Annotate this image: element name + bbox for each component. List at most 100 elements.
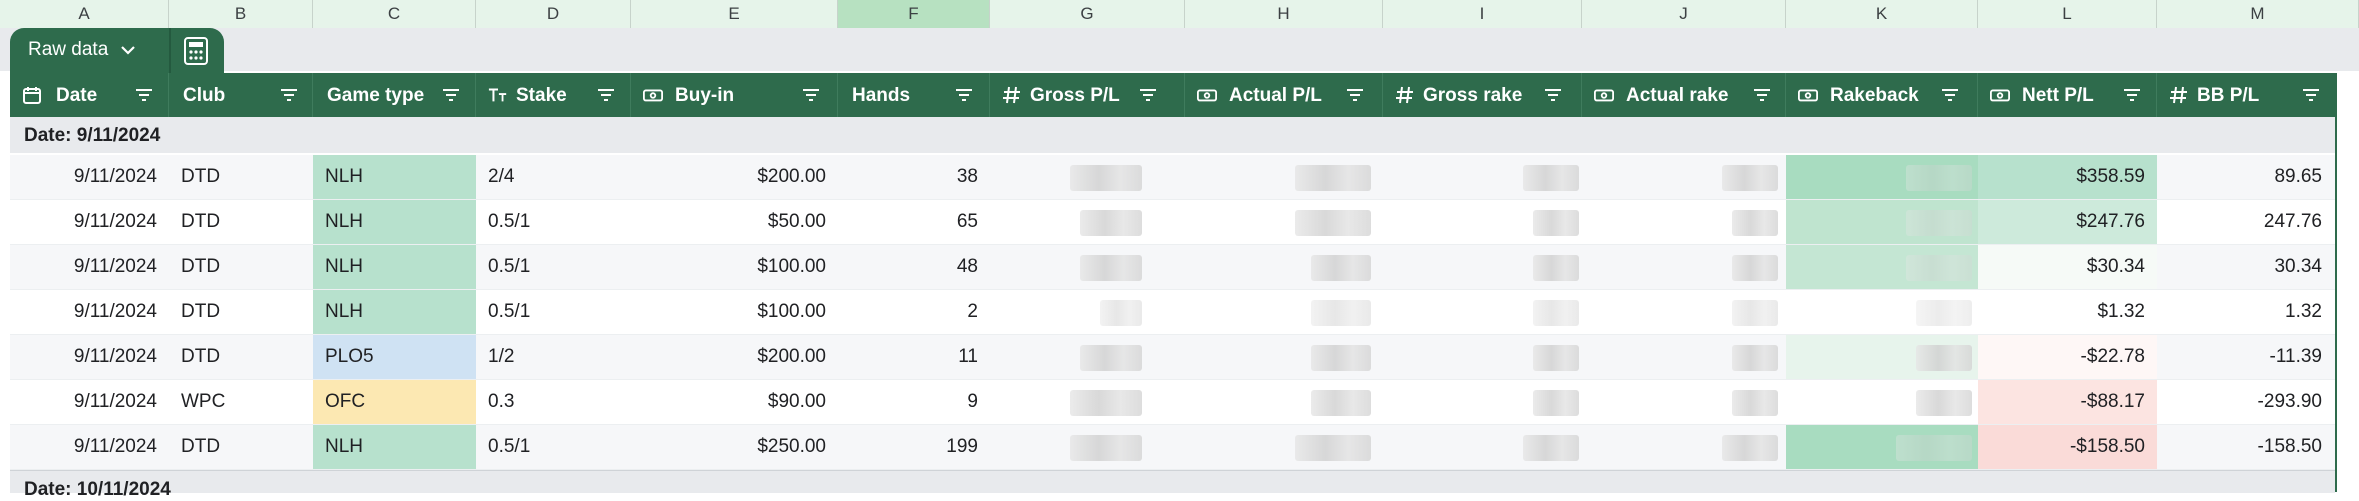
filter-icon[interactable] xyxy=(1345,87,1365,103)
cell-bb-pl[interactable]: 1.32 xyxy=(2157,290,2334,334)
filter-icon[interactable] xyxy=(1752,87,1772,103)
cell-buy-in[interactable]: $200.00 xyxy=(631,335,838,379)
cell-game-type[interactable]: PLO5 xyxy=(313,335,476,379)
filter-icon[interactable] xyxy=(279,87,299,103)
cell-rakeback-redacted[interactable] xyxy=(1786,380,1978,424)
cell-gross-rake-redacted[interactable] xyxy=(1383,335,1582,379)
cell-nett-pl[interactable]: -$22.78 xyxy=(1978,335,2157,379)
table-row[interactable]: 9/11/2024 DTD NLH 0.5/1 $100.00 48 $30.3… xyxy=(10,245,2335,290)
column-letter-c[interactable]: C xyxy=(313,0,476,28)
header-game-type[interactable]: Game type xyxy=(313,73,476,117)
cell-hands[interactable]: 2 xyxy=(838,290,990,334)
cell-gross-rake-redacted[interactable] xyxy=(1383,245,1582,289)
cell-stake[interactable]: 1/2 xyxy=(476,335,631,379)
group-row[interactable]: Date: 10/11/2024 xyxy=(10,470,2335,500)
calculator-icon[interactable] xyxy=(180,36,212,66)
table-name-dropdown[interactable]: Raw data xyxy=(28,39,136,61)
filter-icon[interactable] xyxy=(2301,87,2321,103)
cell-game-type[interactable]: NLH xyxy=(313,245,476,289)
cell-stake[interactable]: 2/4 xyxy=(476,155,631,199)
cell-actual-rake-redacted[interactable] xyxy=(1582,200,1786,244)
cell-game-type[interactable]: NLH xyxy=(313,200,476,244)
cell-actual-pl-redacted[interactable] xyxy=(1185,425,1383,469)
cell-date[interactable]: 9/11/2024 xyxy=(10,335,169,379)
cell-stake[interactable]: 0.5/1 xyxy=(476,425,631,469)
cell-hands[interactable]: 48 xyxy=(838,245,990,289)
cell-game-type[interactable]: NLH xyxy=(313,425,476,469)
header-actual-pl[interactable]: Actual P/L xyxy=(1185,73,1383,117)
column-letter-f[interactable]: F xyxy=(838,0,990,28)
cell-gross-rake-redacted[interactable] xyxy=(1383,380,1582,424)
filter-icon[interactable] xyxy=(954,87,974,103)
cell-hands[interactable]: 11 xyxy=(838,335,990,379)
cell-buy-in[interactable]: $100.00 xyxy=(631,245,838,289)
column-letter-e[interactable]: E xyxy=(631,0,838,28)
column-letter-h[interactable]: H xyxy=(1185,0,1383,28)
cell-nett-pl[interactable]: $358.59 xyxy=(1978,155,2157,199)
cell-club[interactable]: DTD xyxy=(169,425,313,469)
header-gross-pl[interactable]: Gross P/L xyxy=(990,73,1185,117)
filter-icon[interactable] xyxy=(2122,87,2142,103)
cell-actual-pl-redacted[interactable] xyxy=(1185,200,1383,244)
cell-hands[interactable]: 65 xyxy=(838,200,990,244)
cell-game-type[interactable]: OFC xyxy=(313,380,476,424)
cell-rakeback-redacted[interactable] xyxy=(1786,155,1978,199)
column-letter-j[interactable]: J xyxy=(1582,0,1786,28)
cell-nett-pl[interactable]: -$88.17 xyxy=(1978,380,2157,424)
filter-icon[interactable] xyxy=(1940,87,1960,103)
filter-icon[interactable] xyxy=(1138,87,1158,103)
cell-club[interactable]: WPC xyxy=(169,380,313,424)
filter-icon[interactable] xyxy=(134,87,154,103)
cell-bb-pl[interactable]: 247.76 xyxy=(2157,200,2334,244)
cell-gross-pl-redacted[interactable] xyxy=(990,380,1185,424)
cell-actual-rake-redacted[interactable] xyxy=(1582,335,1786,379)
cell-date[interactable]: 9/11/2024 xyxy=(10,380,169,424)
column-letter-k[interactable]: K xyxy=(1786,0,1978,28)
cell-actual-pl-redacted[interactable] xyxy=(1185,245,1383,289)
cell-buy-in[interactable]: $250.00 xyxy=(631,425,838,469)
column-letter-m[interactable]: M xyxy=(2157,0,2359,28)
cell-date[interactable]: 9/11/2024 xyxy=(10,245,169,289)
cell-date[interactable]: 9/11/2024 xyxy=(10,290,169,334)
table-row[interactable]: 9/11/2024 DTD NLH 0.5/1 $100.00 2 $1.32 … xyxy=(10,290,2335,335)
cell-club[interactable]: DTD xyxy=(169,290,313,334)
cell-rakeback-redacted[interactable] xyxy=(1786,290,1978,334)
filter-icon[interactable] xyxy=(441,87,461,103)
cell-buy-in[interactable]: $200.00 xyxy=(631,155,838,199)
cell-nett-pl[interactable]: $247.76 xyxy=(1978,200,2157,244)
header-bb-pl[interactable]: BB P/L xyxy=(2157,73,2334,117)
column-letter-g[interactable]: G xyxy=(990,0,1185,28)
filter-icon[interactable] xyxy=(801,87,821,103)
cell-actual-rake-redacted[interactable] xyxy=(1582,380,1786,424)
cell-stake[interactable]: 0.5/1 xyxy=(476,290,631,334)
header-stake[interactable]: Stake xyxy=(476,73,631,117)
cell-gross-rake-redacted[interactable] xyxy=(1383,155,1582,199)
header-actual-rake[interactable]: Actual rake xyxy=(1582,73,1786,117)
header-club[interactable]: Club xyxy=(169,73,313,117)
cell-gross-pl-redacted[interactable] xyxy=(990,290,1185,334)
cell-date[interactable]: 9/11/2024 xyxy=(10,200,169,244)
cell-gross-rake-redacted[interactable] xyxy=(1383,425,1582,469)
cell-stake[interactable]: 0.5/1 xyxy=(476,200,631,244)
cell-bb-pl[interactable]: -158.50 xyxy=(2157,425,2334,469)
cell-actual-rake-redacted[interactable] xyxy=(1582,290,1786,334)
table-row[interactable]: 9/11/2024 DTD NLH 0.5/1 $250.00 199 -$15… xyxy=(10,425,2335,470)
column-letter-b[interactable]: B xyxy=(169,0,313,28)
table-row[interactable]: 9/11/2024 DTD PLO5 1/2 $200.00 11 -$22.7… xyxy=(10,335,2335,380)
cell-rakeback-redacted[interactable] xyxy=(1786,200,1978,244)
column-letter-l[interactable]: L xyxy=(1978,0,2157,28)
cell-nett-pl[interactable]: $30.34 xyxy=(1978,245,2157,289)
cell-date[interactable]: 9/11/2024 xyxy=(10,155,169,199)
cell-buy-in[interactable]: $50.00 xyxy=(631,200,838,244)
cell-hands[interactable]: 9 xyxy=(838,380,990,424)
cell-gross-pl-redacted[interactable] xyxy=(990,245,1185,289)
header-rakeback[interactable]: Rakeback xyxy=(1786,73,1978,117)
filter-icon[interactable] xyxy=(596,87,616,103)
column-letter-a[interactable]: A xyxy=(0,0,169,28)
cell-buy-in[interactable]: $90.00 xyxy=(631,380,838,424)
cell-gross-pl-redacted[interactable] xyxy=(990,335,1185,379)
cell-rakeback-redacted[interactable] xyxy=(1786,335,1978,379)
cell-club[interactable]: DTD xyxy=(169,245,313,289)
cell-nett-pl[interactable]: $1.32 xyxy=(1978,290,2157,334)
cell-date[interactable]: 9/11/2024 xyxy=(10,425,169,469)
